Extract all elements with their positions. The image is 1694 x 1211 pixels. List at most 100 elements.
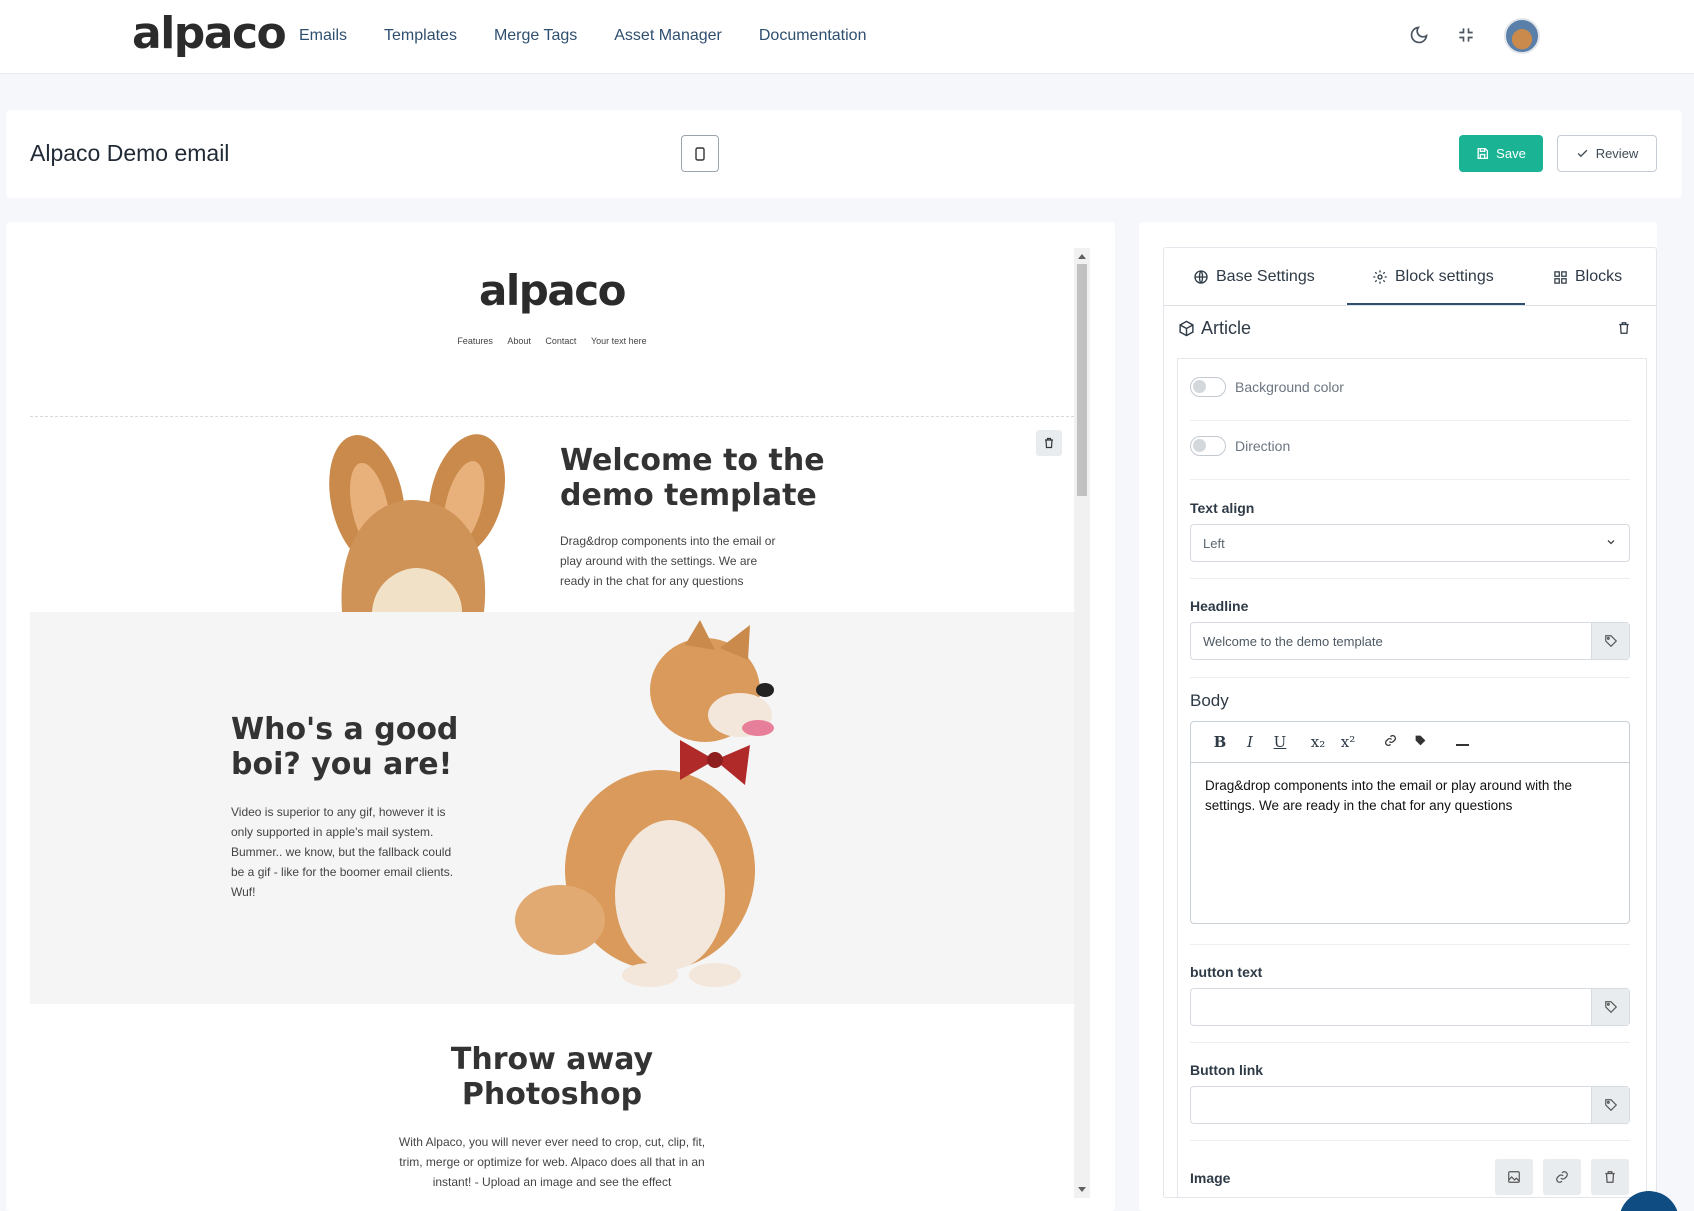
headline-value: Welcome to the demo template	[1203, 634, 1383, 649]
settings-panel: Base Settings Block settings Blocks Arti…	[1139, 222, 1657, 1211]
text-align-value: Left	[1203, 536, 1225, 551]
mobile-icon	[695, 146, 705, 161]
headline-label: Headline	[1190, 598, 1249, 614]
email-menu-item: Contact	[545, 336, 577, 346]
email-preview-card: alpaco Features About Contact Your text …	[6, 222, 1115, 1211]
tab-block-settings[interactable]: Block settings	[1372, 268, 1494, 286]
email-header-card: Alpaco Demo email Save Review	[6, 110, 1682, 198]
italic-icon[interactable]: I	[1235, 733, 1265, 751]
body-rich-text-editor[interactable]: B I U x₂ x² Drag&drop components into th…	[1190, 721, 1630, 924]
user-avatar[interactable]	[1504, 18, 1540, 54]
nav-link-emails[interactable]: Emails	[299, 27, 347, 45]
editor-content[interactable]: Drag&drop components into the email or p…	[1205, 776, 1615, 816]
nav-link-merge-tags[interactable]: Merge Tags	[494, 27, 577, 45]
device-preview-button[interactable]	[681, 135, 719, 172]
welcome-headline[interactable]: Welcome to the demo template	[560, 443, 860, 513]
tab-label: Blocks	[1575, 268, 1623, 285]
merge-tag-icon[interactable]	[1405, 733, 1435, 751]
background-color-toggle-row[interactable]: Background color	[1190, 377, 1344, 397]
scroll-down-arrow[interactable]	[1078, 1187, 1086, 1192]
delete-block-button[interactable]	[1036, 430, 1062, 456]
settings-tabs: Base Settings Block settings Blocks	[1164, 248, 1656, 306]
grid-icon	[1554, 270, 1567, 284]
preview-scrollbar[interactable]	[1074, 248, 1090, 1198]
merge-tag-button[interactable]	[1591, 1087, 1629, 1123]
tag-icon	[1604, 635, 1617, 648]
button-text-label: button text	[1190, 964, 1263, 980]
body-label: Body	[1190, 691, 1229, 710]
trash-icon	[1045, 437, 1053, 449]
block-separator	[30, 416, 1074, 417]
editor-toolbar: B I U x₂ x²	[1191, 722, 1629, 763]
button-text-input[interactable]	[1190, 988, 1630, 1026]
subscript-icon[interactable]: x₂	[1303, 733, 1333, 751]
upload-image-button[interactable]	[1495, 1159, 1533, 1195]
image-icon	[1508, 1171, 1520, 1183]
photoshop-headline-text: Throw away Photoshop	[450, 1042, 654, 1112]
tag-icon	[1604, 1001, 1617, 1014]
email-menu-item: About	[507, 336, 531, 346]
email-canvas[interactable]: alpaco Features About Contact Your text …	[30, 248, 1074, 1211]
welcome-body[interactable]: Drag&drop components into the email or p…	[560, 531, 790, 591]
divider	[1190, 578, 1630, 579]
email-title[interactable]: Alpaco Demo email	[30, 140, 229, 167]
image-label: Image	[1190, 1170, 1231, 1186]
fullscreen-toggle[interactable]	[1453, 22, 1479, 48]
tab-label: Base Settings	[1216, 268, 1315, 285]
nav-link-asset-manager[interactable]: Asset Manager	[614, 27, 722, 45]
merge-tag-button[interactable]	[1591, 623, 1629, 659]
save-button[interactable]: Save	[1459, 135, 1543, 172]
bold-icon[interactable]: B	[1205, 733, 1235, 751]
cube-icon	[1179, 320, 1194, 337]
image-link-button[interactable]	[1543, 1159, 1581, 1195]
email-menu-item: Features	[457, 336, 493, 346]
alpaca-head-image	[329, 434, 506, 612]
app-logo[interactable]: alpaco	[132, 8, 287, 59]
globe-icon	[1194, 270, 1208, 284]
boi-body[interactable]: Video is superior to any gif, however it…	[231, 802, 461, 902]
tab-base-settings[interactable]: Base Settings	[1193, 268, 1315, 286]
background-color-toggle[interactable]	[1190, 377, 1226, 397]
active-tab-indicator	[1347, 303, 1525, 305]
settings-inner: Base Settings Block settings Blocks Arti…	[1163, 247, 1657, 1198]
delete-article-button[interactable]	[1617, 321, 1631, 340]
nav-link-documentation[interactable]: Documentation	[759, 27, 867, 45]
tab-label: Block settings	[1395, 268, 1494, 285]
direction-toggle[interactable]	[1190, 436, 1226, 456]
boi-headline[interactable]: Who's a good boi? you are!	[231, 712, 491, 782]
save-label: Save	[1496, 146, 1526, 161]
review-button[interactable]: Review	[1557, 135, 1657, 172]
moon-icon	[1410, 26, 1428, 44]
horizontal-rule-icon[interactable]	[1447, 733, 1477, 751]
check-icon	[1577, 149, 1587, 158]
text-align-label: Text align	[1190, 500, 1255, 516]
headline-input[interactable]: Welcome to the demo template	[1190, 622, 1630, 660]
toggle-label: Direction	[1235, 438, 1291, 454]
link-icon	[1556, 1171, 1568, 1183]
divider	[1190, 1140, 1630, 1141]
link-icon[interactable]	[1375, 733, 1405, 751]
block-title: Article	[1178, 318, 1251, 339]
divider	[1190, 944, 1630, 945]
dark-mode-toggle[interactable]	[1406, 22, 1432, 48]
boi-block[interactable]: Who's a good boi? you are! Video is supe…	[30, 612, 1074, 1004]
scroll-up-arrow[interactable]	[1078, 254, 1086, 259]
nav-link-templates[interactable]: Templates	[384, 27, 457, 45]
photoshop-headline[interactable]: Throw away Photoshop	[30, 1042, 1074, 1112]
block-name: Article	[1201, 318, 1252, 338]
delete-image-button[interactable]	[1591, 1159, 1629, 1195]
tab-blocks[interactable]: Blocks	[1553, 268, 1622, 286]
divider	[1190, 479, 1630, 480]
shiba-dog-image	[515, 620, 774, 987]
gear-icon	[1373, 270, 1387, 284]
divider	[1190, 420, 1630, 421]
underline-icon[interactable]: U	[1265, 733, 1295, 751]
divider	[1190, 677, 1630, 678]
photoshop-body[interactable]: With Alpaco, you will never ever need to…	[392, 1132, 712, 1192]
direction-toggle-row[interactable]: Direction	[1190, 436, 1290, 456]
text-align-select[interactable]: Left	[1190, 524, 1630, 562]
superscript-icon[interactable]: x²	[1333, 733, 1363, 751]
scroll-thumb[interactable]	[1077, 264, 1087, 496]
button-link-input[interactable]	[1190, 1086, 1630, 1124]
merge-tag-button[interactable]	[1591, 989, 1629, 1025]
